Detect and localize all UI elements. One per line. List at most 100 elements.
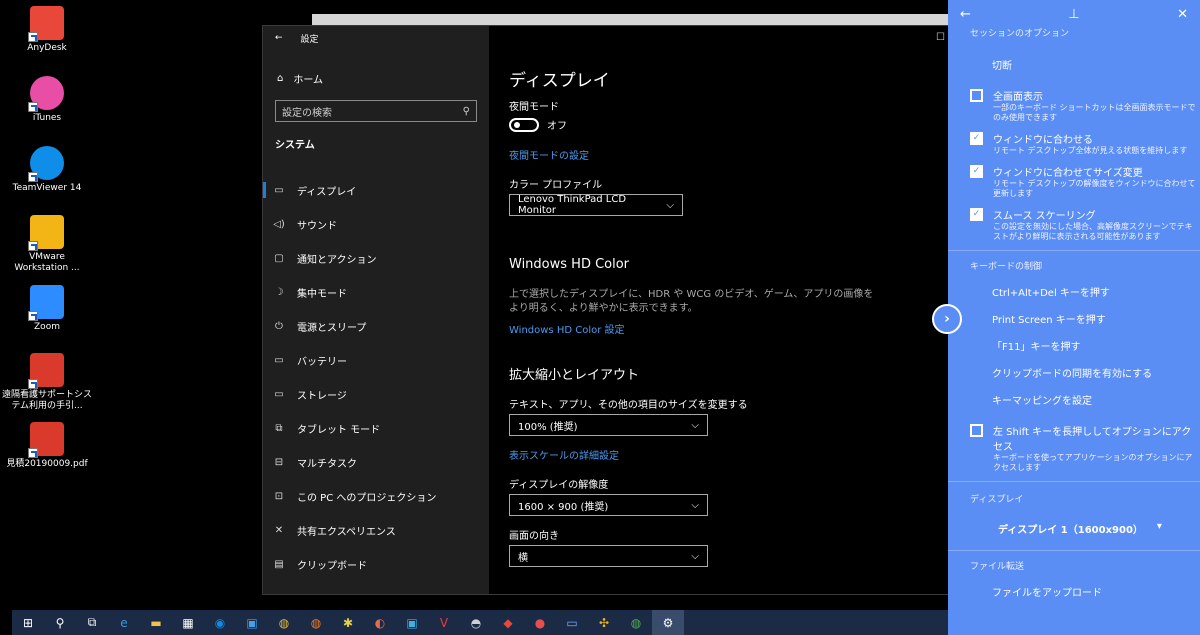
desktop-icon[interactable]: TeamViewer 14	[2, 146, 92, 194]
vmware-icon[interactable]: ✣	[588, 610, 620, 635]
shift-option-row[interactable]: 左 Shift キーを長押ししてオプションにアクセス キーボードを使ってアプリケ…	[948, 423, 1200, 473]
shortcut-arrow-icon	[28, 102, 38, 112]
app-icon[interactable]: ◐	[364, 610, 396, 635]
maximize-icon[interactable]: ☐	[936, 32, 945, 43]
chevron-down-icon: ⌵	[691, 550, 699, 562]
session-option[interactable]: ✓ スムース スケーリング この設定を無効にした場合、高解像度スクリーンでテキストが…	[948, 207, 1200, 242]
vivaldi-icon[interactable]: V	[428, 610, 460, 635]
chrome-icon[interactable]: ◍	[620, 610, 652, 635]
desktop-icon-label: TeamViewer 14	[12, 183, 82, 193]
night-mode-state: オフ	[547, 121, 567, 132]
pin-icon[interactable]: ⊥	[1068, 7, 1079, 22]
desktop-icon[interactable]: iTunes	[2, 76, 92, 124]
nav-item[interactable]: ▭ ストレージ	[263, 377, 489, 411]
keyboard-action[interactable]: Print Screen キーを押す	[948, 305, 1200, 332]
session-option[interactable]: ✓ ウィンドウに合わせる リモート デスクトップ全体が見える状態を維持します	[948, 131, 1200, 156]
app-icon[interactable]: ●	[524, 610, 556, 635]
nav-item[interactable]: ▭ バッテリー	[263, 343, 489, 377]
window-title: 設定	[300, 34, 319, 45]
session-options-header: セッションのオプション	[970, 29, 1070, 39]
anydesk-icon[interactable]: ◆	[492, 610, 524, 635]
anydesk-icon	[28, 6, 64, 42]
chrome-icon[interactable]: ◍	[268, 610, 300, 635]
hd-color-description-2: より明るく、より鮮やかに表示できます。	[509, 303, 698, 314]
keyboard-action[interactable]: クリップボードの同期を有効にする	[948, 359, 1200, 386]
firefox-icon[interactable]: ◍	[300, 610, 332, 635]
zoom-icon	[28, 285, 64, 321]
back-arrow-icon[interactable]: ←	[960, 7, 971, 22]
app-icon[interactable]: ◓	[460, 610, 492, 635]
nav-item[interactable]: ✕ 共有エクスペリエンス	[263, 513, 489, 547]
store-icon[interactable]: ▦	[172, 610, 204, 635]
monitor-icon[interactable]: ▭	[556, 610, 588, 635]
remote-app-icon[interactable]: ▣	[396, 610, 428, 635]
nav-item[interactable]: ⊟ マルチタスク	[263, 445, 489, 479]
shared-icon: ✕	[274, 524, 284, 536]
nav-item[interactable]: ▤ クリップボード	[263, 547, 489, 581]
nav-item[interactable]: ⊡ この PC へのプロジェクション	[263, 479, 489, 513]
scale-dropdown[interactable]: 100% (推奨) ⌵	[509, 414, 708, 436]
desktop-icon[interactable]: 見積20190009.pdf	[2, 422, 92, 470]
shift-option-checkbox[interactable]	[970, 424, 983, 437]
back-arrow-icon[interactable]: ←	[275, 33, 283, 43]
storage-icon: ▭	[274, 388, 284, 400]
option-description: 一部のキーボード ショートカットは全画面表示モードでのみ使用できます	[993, 103, 1196, 122]
keyboard-action[interactable]: キーマッピングを設定	[948, 386, 1200, 413]
explorer-icon[interactable]: ▬	[140, 610, 172, 635]
tablet-icon: ⧉	[275, 422, 283, 434]
nav-item[interactable]: ◁) サウンド	[263, 207, 489, 241]
nav-item[interactable]: ▭ ディスプレイ	[263, 173, 489, 207]
pdf-icon	[28, 353, 64, 389]
settings-gear-icon[interactable]: ⚙	[652, 610, 684, 635]
chevron-down-icon: ⌵	[691, 419, 699, 431]
close-icon[interactable]: ✕	[1177, 7, 1188, 22]
nav-item[interactable]: ⧉ タブレット モード	[263, 411, 489, 445]
nav-item[interactable]: ⏻ 電源とスリープ	[263, 309, 489, 343]
search-icon[interactable]: ⚲	[44, 610, 76, 635]
display-select[interactable]: ディスプレイ 1（1600x900） ▾	[948, 521, 1200, 536]
desktop-icon[interactable]: VMware Workstation ...	[2, 215, 92, 274]
chevron-down-icon: ⌵	[666, 199, 674, 211]
hd-color-settings-link[interactable]: Windows HD Color 設定	[509, 321, 625, 336]
nav-item-label: 共有エクスペリエンス	[297, 526, 396, 538]
orientation-dropdown[interactable]: 横 ⌵	[509, 545, 708, 567]
vmware-icon	[28, 215, 64, 251]
desktop-icon[interactable]: 遠隔看護サポートシステム利用の手引...	[2, 353, 92, 412]
teamviewer-icon[interactable]: ◉	[204, 610, 236, 635]
nav-item[interactable]: ☽ 集中モード	[263, 275, 489, 309]
app-icon[interactable]: ✱	[332, 610, 364, 635]
resolution-dropdown[interactable]: 1600 × 900 (推奨) ⌵	[509, 494, 708, 516]
option-checkbox[interactable]	[970, 89, 983, 102]
option-checkbox[interactable]: ✓	[970, 132, 983, 145]
edge-icon[interactable]: e	[108, 610, 140, 635]
itunes-icon	[28, 76, 64, 112]
nav-item[interactable]: ▢ 通知とアクション	[263, 241, 489, 275]
keyboard-action[interactable]: 「F11」キーを押す	[948, 332, 1200, 359]
keyboard-action[interactable]: Ctrl+Alt+Del キーを押す	[948, 278, 1200, 305]
upload-file-button[interactable]: ファイルをアップロード	[948, 578, 1200, 605]
desktop-icon[interactable]: Zoom	[2, 285, 92, 333]
settings-search-input[interactable]: 設定の検索 ⚲	[275, 100, 477, 122]
desktop-icon-label: iTunes	[32, 113, 62, 123]
night-mode-toggle[interactable]	[509, 117, 539, 132]
home-icon: ⌂	[277, 72, 284, 84]
nav-item[interactable]: ✓ リモート デスクトップ	[263, 581, 489, 595]
advanced-scale-link[interactable]: 表示スケールの詳細設定	[509, 447, 619, 462]
option-checkbox[interactable]: ✓	[970, 208, 983, 221]
option-checkbox[interactable]: ✓	[970, 165, 983, 178]
option-title: ウィンドウに合わせる	[993, 135, 1093, 146]
color-profile-dropdown[interactable]: Lenovo ThinkPad LCD Monitor ⌵	[509, 194, 683, 216]
nav-home[interactable]: ⌂ ホーム	[263, 66, 489, 90]
session-option[interactable]: 全画面表示 一部のキーボード ショートカットは全画面表示モードでのみ使用できます	[948, 88, 1200, 123]
chevron-right-icon: ›	[944, 311, 950, 327]
task-view-icon[interactable]: ⧉	[76, 610, 108, 635]
orientation-label: 画面の向き	[509, 531, 559, 542]
collapse-panel-button[interactable]: ›	[932, 304, 962, 334]
desktop-icon[interactable]: AnyDesk	[2, 6, 92, 54]
session-option[interactable]: ✓ ウィンドウに合わせてサイズ変更 リモート デスクトップの解像度をウィンドウに合わ…	[948, 164, 1200, 199]
night-mode-settings-link[interactable]: 夜間モードの設定	[509, 147, 589, 162]
disconnect-button[interactable]: 切断	[948, 51, 1200, 78]
remote-desktop-icon[interactable]: ▣	[236, 610, 268, 635]
windows-start-icon[interactable]: ⊞	[12, 610, 44, 635]
settings-main: ☐ ディスプレイ 夜間モード オフ 夜間モードの設定 カラー プロファイル Le…	[509, 26, 949, 594]
